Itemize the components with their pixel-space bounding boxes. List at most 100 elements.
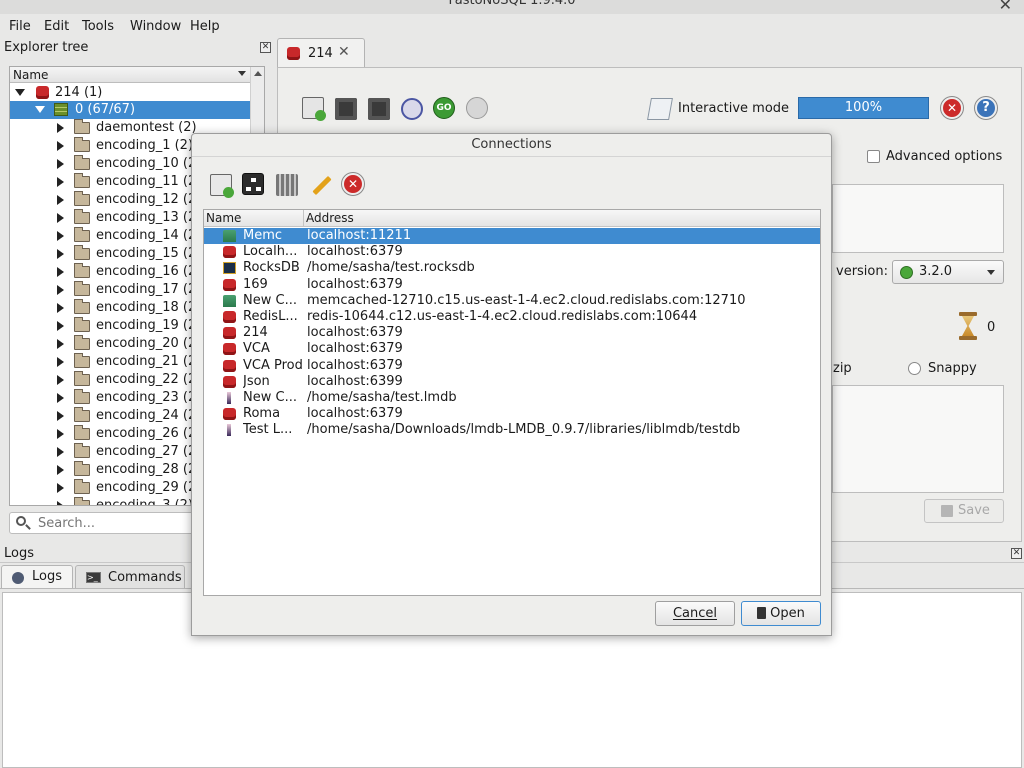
connection-row[interactable]: Localh... localhost:6379 <box>204 244 820 260</box>
tree-server-214[interactable]: 214 (1) <box>10 84 250 102</box>
stop-icon[interactable] <box>401 98 423 120</box>
connection-name: Localh... <box>243 244 298 260</box>
collapsed-arrow-icon[interactable] <box>57 123 64 133</box>
save-icon <box>941 505 953 517</box>
collapsed-arrow-icon[interactable] <box>57 357 64 367</box>
connection-address: /home/sasha/test.rocksdb <box>307 260 475 276</box>
collapsed-arrow-icon[interactable] <box>57 465 64 475</box>
memc-icon <box>223 230 236 242</box>
version-label: version: <box>836 264 888 279</box>
collapsed-arrow-icon[interactable] <box>57 267 64 277</box>
connection-row[interactable]: VCA localhost:6379 <box>204 341 820 357</box>
folder-icon <box>74 137 90 152</box>
add-sentinel-icon[interactable] <box>276 174 298 196</box>
connection-address: localhost:6379 <box>307 276 403 292</box>
connection-row[interactable]: VCA Prod localhost:6379 <box>204 358 820 374</box>
collapsed-arrow-icon[interactable] <box>57 231 64 241</box>
collapsed-arrow-icon[interactable] <box>57 339 64 349</box>
search-input[interactable] <box>36 515 196 532</box>
collapsed-arrow-icon[interactable] <box>57 483 64 493</box>
tab-commands[interactable]: >_ Commands <box>75 565 185 589</box>
connection-row[interactable]: RedisL... redis-10644.c12.us-east-1-4.ec2… <box>204 309 820 325</box>
edit-icon[interactable] <box>309 174 332 196</box>
explorer-title: Explorer tree <box>4 40 89 55</box>
tab-214[interactable]: 214 ✕ <box>277 38 365 68</box>
folder-icon <box>74 281 90 296</box>
tab-close-icon[interactable]: ✕ <box>338 44 350 60</box>
connection-row[interactable]: New C... memcached-12710.c15.us-east-1-4.… <box>204 293 820 309</box>
column-name: Name <box>206 211 242 225</box>
collapsed-arrow-icon[interactable] <box>57 375 64 385</box>
connections-list[interactable]: Name Address Memc localhost:11211 Localh..… <box>203 209 821 596</box>
add-connection-icon[interactable] <box>210 174 234 198</box>
collapsed-arrow-icon[interactable] <box>57 501 64 505</box>
window-close-icon[interactable]: ✕ <box>999 0 1012 14</box>
connections-header: Name Address <box>204 210 820 227</box>
chevron-down-icon <box>987 270 995 275</box>
collapsed-arrow-icon[interactable] <box>57 321 64 331</box>
value-editor[interactable] <box>832 385 1004 493</box>
snappy-radio[interactable] <box>908 362 921 375</box>
save-icon[interactable] <box>335 98 357 120</box>
collapsed-arrow-icon[interactable] <box>57 393 64 403</box>
collapsed-arrow-icon[interactable] <box>57 429 64 439</box>
folder-icon <box>74 461 90 476</box>
menu-window[interactable]: Window <box>130 19 181 34</box>
connection-address: redis-10644.c12.us-east-1-4.ec2.cloud.re… <box>307 309 698 324</box>
options-field[interactable] <box>832 184 1004 253</box>
open-button[interactable]: Open <box>741 601 821 626</box>
connection-row[interactable]: Roma localhost:6379 <box>204 406 820 422</box>
expanded-arrow-icon[interactable] <box>15 89 25 96</box>
tree-header[interactable]: Name <box>10 67 250 83</box>
progress-bar: 100% <box>798 97 929 119</box>
connection-row[interactable]: Json localhost:6399 <box>204 374 820 390</box>
menu-help[interactable]: Help <box>190 19 220 34</box>
collapsed-arrow-icon[interactable] <box>57 141 64 151</box>
remove-connection-icon[interactable]: ✕ <box>342 173 364 195</box>
execute-icon[interactable]: GO <box>433 97 455 119</box>
collapsed-arrow-icon[interactable] <box>57 447 64 457</box>
collapsed-arrow-icon[interactable] <box>57 159 64 169</box>
connection-name: VCA Prod <box>243 357 303 373</box>
folder-icon <box>74 371 90 386</box>
cancel-button[interactable]: Cancel <box>655 601 735 626</box>
tab-logs[interactable]: Logs <box>1 565 73 589</box>
collapsed-arrow-icon[interactable] <box>57 303 64 313</box>
collapsed-arrow-icon[interactable] <box>57 213 64 223</box>
logs-close-icon[interactable]: ✕ <box>1011 548 1022 559</box>
save-button[interactable]: Save <box>924 499 1004 523</box>
collapsed-arrow-icon[interactable] <box>57 195 64 205</box>
connection-row[interactable]: RocksDB/home/sasha/test.rocksdb <box>204 260 820 276</box>
hourglass-icon <box>959 312 977 340</box>
collapsed-arrow-icon[interactable] <box>57 177 64 187</box>
connection-address: localhost:6379 <box>307 244 403 260</box>
save-as-icon[interactable] <box>368 98 390 120</box>
help-icon[interactable]: ? <box>975 97 997 119</box>
power-icon[interactable] <box>466 97 488 119</box>
connection-row[interactable]: New C... /home/sasha/test.lmdb <box>204 390 820 406</box>
collapsed-arrow-icon[interactable] <box>57 249 64 259</box>
menu-edit[interactable]: Edit <box>44 19 69 34</box>
menu-file[interactable]: File <box>9 19 31 34</box>
connection-row[interactable]: 214 localhost:6379 <box>204 325 820 341</box>
add-cluster-icon[interactable] <box>242 173 264 195</box>
connection-row[interactable]: Test L... /home/sasha/Downloads/lmdb-LMDB… <box>204 422 820 438</box>
check-icon <box>900 266 913 279</box>
explorer-close-icon[interactable]: ✕ <box>260 42 271 53</box>
folder-icon <box>74 497 90 505</box>
expanded-arrow-icon[interactable] <box>35 106 45 113</box>
connection-row[interactable]: 169 localhost:6379 <box>204 277 820 293</box>
cancel-icon[interactable]: ✕ <box>941 97 963 119</box>
advanced-options-checkbox[interactable] <box>867 150 880 163</box>
collapsed-arrow-icon[interactable] <box>57 285 64 295</box>
version-select[interactable]: 3.2.0 <box>892 260 1004 284</box>
menu-tools[interactable]: Tools <box>82 19 114 34</box>
connection-row[interactable]: Memc localhost:11211 <box>204 228 820 244</box>
sort-down-icon <box>238 71 246 76</box>
tree-database-0[interactable]: 0 (67/67) <box>10 101 250 119</box>
scroll-up-icon[interactable] <box>254 71 262 76</box>
collapsed-arrow-icon[interactable] <box>57 411 64 421</box>
new-connection-icon[interactable] <box>302 97 326 121</box>
search-box[interactable] <box>9 512 199 534</box>
redis-icon <box>223 311 236 323</box>
